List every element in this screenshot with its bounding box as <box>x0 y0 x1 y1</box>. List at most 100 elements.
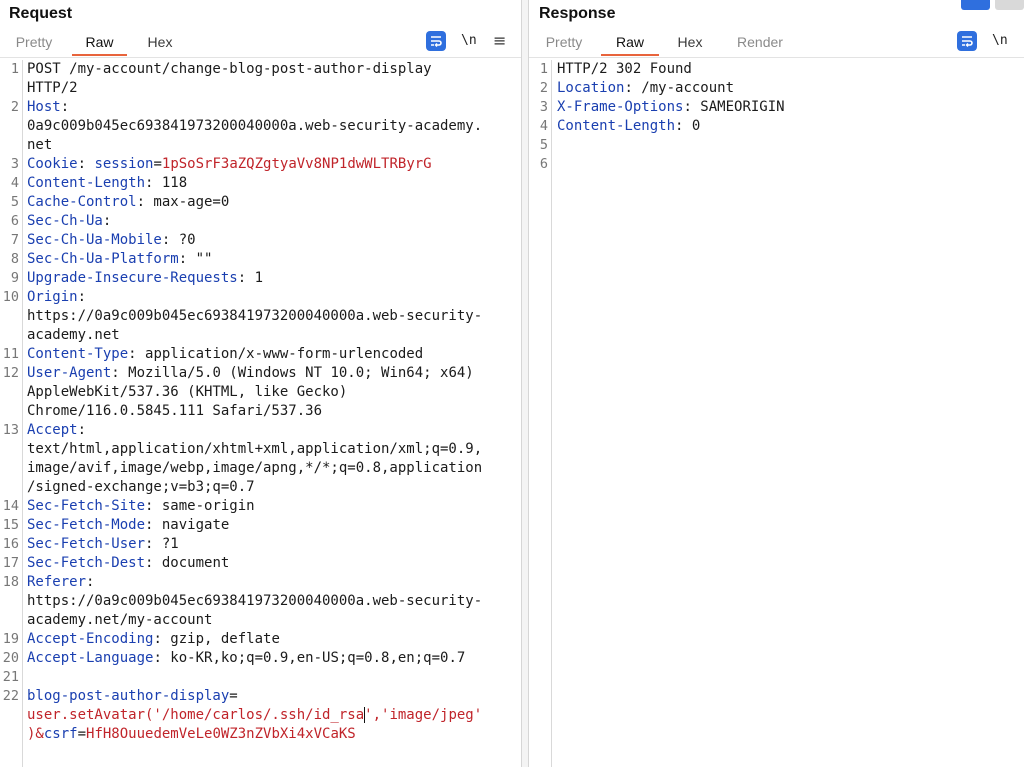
wrap-lines-icon[interactable] <box>957 31 977 51</box>
line-text: Content-Length: 118 <box>27 174 187 193</box>
code-line: 16 Sec-Fetch-User: ?1 <box>0 535 521 554</box>
line-text: Sec-Ch-Ua-Platform: "" <box>27 250 212 269</box>
code-line: Chrome/116.0.5845.111 Safari/537.36 <box>0 402 521 421</box>
line-number: 4 <box>10 175 19 191</box>
code-line: 6 Sec-Ch-Ua: <box>0 212 521 231</box>
line-number: 18 <box>2 574 19 590</box>
line-number: 9 <box>10 270 19 286</box>
param-value: 1pSoSrF3aZQZgtyaVv8NP1dwWLTRByrG <box>161 156 432 172</box>
header-value: academy.net/my-account <box>27 612 213 628</box>
line-number: 2 <box>10 99 19 115</box>
line-text: Upgrade-Insecure-Requests: 1 <box>27 269 263 288</box>
code-line: 6 <box>529 155 1024 174</box>
divider <box>0 57 521 58</box>
line-text: Sec-Fetch-Dest: document <box>27 554 229 573</box>
line-number: 4 <box>539 118 548 134</box>
header-key: Sec-Ch-Ua <box>27 213 103 229</box>
line-text: Sec-Ch-Ua: <box>27 212 111 231</box>
header-key: Content-Length <box>557 118 676 134</box>
line-text: Sec-Ch-Ua-Mobile: ?0 <box>27 231 196 250</box>
header-value: : <box>77 289 87 305</box>
header-value: : same-origin <box>145 498 255 514</box>
code-line: 1 HTTP/2 302 Found <box>529 60 1024 79</box>
response-editor[interactable]: 1 HTTP/2 302 Found 2 Location: /my-account 3… <box>529 60 1024 767</box>
code-line: HTTP/2 <box>0 79 521 98</box>
code-line: 22 blog-post-author-display= <box>0 687 521 706</box>
line-text: )&csrf=HfH8OuuedemVeLe0WZ3nZVbXi4xVCaKS <box>27 725 356 744</box>
header-value: : <box>60 99 70 115</box>
code-line: 20 Accept-Language: ko-KR,ko;q=0.9,en-US;… <box>0 649 521 668</box>
header-value: : navigate <box>145 517 230 533</box>
line-text: Host: <box>27 98 69 117</box>
line-text: Location: /my-account <box>557 79 734 98</box>
pane-splitter[interactable] <box>521 0 528 767</box>
header-key: Content-Length <box>27 175 146 191</box>
code-line: net <box>0 136 521 155</box>
line-text: Accept-Encoding: gzip, deflate <box>27 630 280 649</box>
code-line: 0a9c009b045ec693841973200040000a.web-sec… <box>0 117 521 136</box>
code-line: image/avif,image/webp,image/apng,*/*;q=0… <box>0 459 521 478</box>
menu-icon[interactable]: ≡ <box>493 31 506 51</box>
divider <box>529 57 1024 58</box>
header-key: Sec-Ch-Ua-Platform <box>27 251 179 267</box>
line-number: 11 <box>2 346 19 362</box>
line-text: 0a9c009b045ec693841973200040000a.web-sec… <box>27 117 482 136</box>
line-text: Sec-Fetch-Site: same-origin <box>27 497 255 516</box>
header-value: : <box>86 574 95 590</box>
line-number: 6 <box>10 213 19 229</box>
code-line: 4 Content-Length: 0 <box>529 117 1024 136</box>
header-value: academy.net <box>27 327 120 343</box>
header-key: csrf <box>43 726 78 742</box>
header-value: : "" <box>178 251 213 267</box>
header-value: HTTP/2 <box>27 80 78 96</box>
header-key: Referer <box>27 574 87 590</box>
header-value: : <box>77 156 95 172</box>
newline-toggle-button[interactable]: \n <box>461 31 477 51</box>
code-line: 12 User-Agent: Mozilla/5.0 (Windows NT 10… <box>0 364 521 383</box>
newline-toggle-button[interactable]: \n <box>992 31 1008 51</box>
line-text: academy.net/my-account <box>27 611 212 630</box>
header-value: POST /my-account/change-blog-post-author… <box>27 61 432 77</box>
layout-horizontal-icon[interactable] <box>995 0 1024 10</box>
line-number: 19 <box>2 631 19 647</box>
line-text: Accept-Language: ko-KR,ko;q=0.9,en-US;q=… <box>27 649 465 668</box>
line-text: Chrome/116.0.5845.111 Safari/537.36 <box>27 402 322 421</box>
request-title: Request <box>9 5 73 22</box>
header-value: net <box>27 137 53 153</box>
header-value: HTTP/2 302 Found <box>557 61 692 77</box>
header-key: Accept <box>27 422 78 438</box>
header-key: Accept-Encoding <box>27 631 154 647</box>
line-number: 20 <box>2 650 19 666</box>
code-line: 15 Sec-Fetch-Mode: navigate <box>0 516 521 535</box>
code-line: 5 <box>529 136 1024 155</box>
header-key: blog-post-author-display <box>27 688 230 704</box>
header-value: = <box>77 726 87 742</box>
layout-split-icon[interactable] <box>961 0 990 10</box>
line-text: /signed-exchange;v=b3;q=0.7 <box>27 478 255 497</box>
line-number: 15 <box>2 517 19 533</box>
header-key: X-Frame-Options <box>557 99 684 115</box>
line-number: 5 <box>10 194 19 210</box>
header-value: : ?0 <box>161 232 196 248</box>
line-number: 3 <box>10 156 19 172</box>
header-value: /signed-exchange;v=b3;q=0.7 <box>27 479 255 495</box>
code-line: 9 Upgrade-Insecure-Requests: 1 <box>0 269 521 288</box>
code-line: 10 Origin: <box>0 288 521 307</box>
code-line: 13 Accept: <box>0 421 521 440</box>
header-value: : <box>77 422 87 438</box>
line-text: user.setAvatar('/home/carlos/.ssh/id_rsa… <box>27 706 482 725</box>
line-text: POST /my-account/change-blog-post-author… <box>27 60 432 79</box>
header-value: : ?1 <box>145 536 179 552</box>
header-key: Sec-Ch-Ua-Mobile <box>27 232 162 248</box>
param-value: )& <box>27 726 44 742</box>
code-line: 4 Content-Length: 118 <box>0 174 521 193</box>
wrap-lines-icon[interactable] <box>426 31 446 51</box>
code-line: 5 Cache-Control: max-age=0 <box>0 193 521 212</box>
code-line: 19 Accept-Encoding: gzip, deflate <box>0 630 521 649</box>
line-number: 3 <box>539 99 548 115</box>
header-key: session <box>94 156 154 172</box>
header-key: Sec-Fetch-Dest <box>27 555 146 571</box>
request-editor[interactable]: 1 POST /my-account/change-blog-post-autho… <box>0 60 521 767</box>
code-line: )&csrf=HfH8OuuedemVeLe0WZ3nZVbXi4xVCaKS <box>0 725 521 744</box>
response-title: Response <box>539 5 616 22</box>
